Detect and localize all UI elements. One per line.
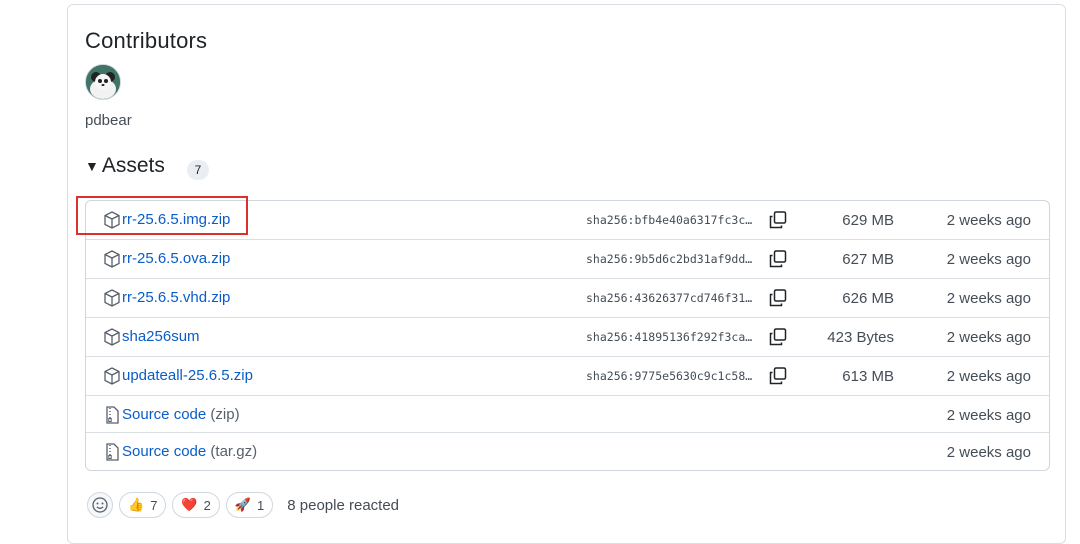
reaction-count: 1 [257,497,265,513]
assets-list: rr-25.6.5.img.zip sha256:bfb4e40a6317fc3c… [85,200,1050,471]
assets-title: Assets [101,154,165,177]
asset-link[interactable]: sha256sum [122,328,200,345]
asset-timestamp: 2 weeks ago [946,329,1031,346]
asset-row: Source code (zip) 2 weeks ago [86,396,1049,433]
file-zip-icon [104,443,120,461]
asset-timestamp: 2 weeks ago [946,368,1031,385]
asset-row: sha256sum sha256:41895136f292f3ca… 423 Byt… [86,318,1049,357]
reactions-summary: 8 people reacted [287,496,400,514]
asset-row: Source code (tar.gz) 2 weeks ago [86,433,1049,470]
reaction-count: 7 [150,497,158,513]
copy-icon[interactable] [769,328,787,346]
asset-size: 627 MB [842,251,894,268]
asset-name: rr-25.6.5.ova.zip [122,250,231,267]
asset-sha256: sha256:bfb4e40a6317fc3c… [586,213,753,227]
asset-row: rr-25.6.5.ova.zip sha256:9b5d6c2bd31af9dd… [86,240,1049,279]
asset-timestamp: 2 weeks ago [946,251,1031,268]
asset-size: 613 MB [842,368,894,385]
add-reaction-smiley-icon[interactable] [87,492,113,518]
assets-count-badge: 7 [187,160,209,180]
asset-name: updateall-25.6.5.zip [122,367,253,384]
asset-sha256: sha256:41895136f292f3ca… [586,330,753,344]
asset-name: rr-25.6.5.img.zip [122,211,231,228]
asset-link[interactable]: rr-25.6.5.vhd.zip [122,289,230,306]
asset-sha256: sha256:9b5d6c2bd31af9dd… [586,252,753,266]
asset-sha256: sha256:43626377cd746f31… [586,291,753,305]
asset-size: 626 MB [842,290,894,307]
asset-name: Source code [122,443,207,460]
package-icon [104,250,120,268]
asset-name: Source code [122,406,207,423]
heart-icon: ❤️ [181,497,198,512]
package-icon [104,367,120,385]
asset-timestamp: 2 weeks ago [946,212,1031,229]
copy-icon[interactable] [769,250,787,268]
asset-link[interactable]: Source code (zip) [122,406,240,423]
panda-avatar-icon [86,65,120,99]
reaction-heart[interactable]: ❤️ 2 [172,492,220,518]
triangle-down-icon: ▼ [85,158,99,174]
reactions-bar: 👍 7 ❤️ 2 🚀 1 8 people reacted [87,492,399,518]
package-icon [104,289,120,307]
asset-timestamp: 2 weeks ago [946,290,1031,307]
rocket-icon: 🚀 [234,497,252,512]
reaction-thumbs-up[interactable]: 👍 7 [119,492,167,518]
asset-size: 629 MB [842,212,894,229]
asset-format: (tar.gz) [210,443,258,460]
asset-link[interactable]: rr-25.6.5.ova.zip [122,250,230,267]
asset-link[interactable]: rr-25.6.5.img.zip [122,211,230,228]
asset-timestamp: 2 weeks ago [946,444,1031,461]
asset-timestamp: 2 weeks ago [946,407,1031,424]
contributor-name[interactable]: pdbear [85,112,132,129]
copy-icon[interactable] [769,211,787,229]
copy-icon[interactable] [769,289,787,307]
asset-sha256: sha256:9775e5630c9c1c58… [586,369,753,383]
package-icon [104,328,120,346]
asset-name: sha256sum [122,328,200,345]
asset-link[interactable]: updateall-25.6.5.zip [122,367,253,384]
avatar[interactable] [85,64,121,100]
thumbs-up-icon: 👍 [128,497,145,512]
asset-name: rr-25.6.5.vhd.zip [122,289,231,306]
package-icon [104,211,120,229]
contributors-title: Contributors [85,28,208,53]
asset-row: updateall-25.6.5.zip sha256:9775e5630c9c1… [86,357,1049,396]
assets-toggle[interactable]: ▼ Assets [85,154,165,178]
asset-size: 423 Bytes [827,329,894,346]
asset-format: (zip) [210,406,240,423]
asset-link[interactable]: Source code (tar.gz) [122,443,257,460]
asset-row: rr-25.6.5.img.zip sha256:bfb4e40a6317fc3c… [86,201,1049,240]
file-zip-icon [104,406,120,424]
reaction-count: 2 [203,497,211,513]
asset-row: rr-25.6.5.vhd.zip sha256:43626377cd746f31… [86,279,1049,318]
reaction-rocket[interactable]: 🚀 1 [225,492,274,518]
copy-icon[interactable] [769,367,787,385]
